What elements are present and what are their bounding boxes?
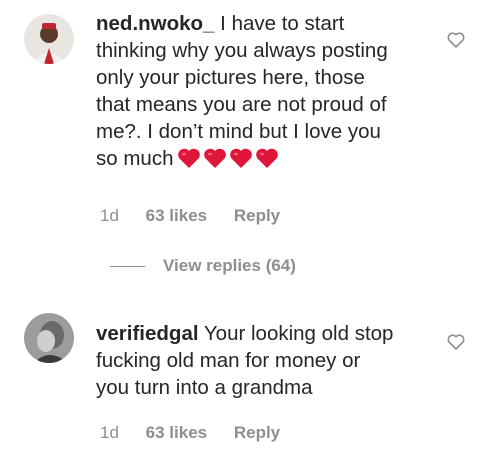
avatar-image	[24, 313, 74, 363]
view-replies-label: View replies (64)	[163, 256, 296, 275]
comment-line: me?. I don’t mind but I love you	[96, 120, 381, 143]
view-replies-button[interactable]: View replies (64)	[110, 256, 296, 276]
heart-outline-icon[interactable]	[446, 332, 466, 352]
avatar[interactable]	[24, 14, 74, 64]
comment-line: that means you are not proud of	[96, 93, 387, 116]
comment-username[interactable]: ned.nwoko_	[96, 12, 214, 35]
comment-line: thinking why you always posting	[96, 39, 388, 62]
comment-line: you turn into a grandma	[96, 376, 313, 399]
comment-likes[interactable]: 63 likes	[146, 423, 207, 442]
comment-line: so much	[96, 147, 174, 170]
comment-line: only your pictures here, those	[96, 66, 365, 89]
reply-button[interactable]: Reply	[234, 206, 280, 225]
view-replies-divider	[110, 265, 145, 267]
comment-item: ned.nwoko_ I have to start thinking why …	[0, 0, 500, 240]
avatar-image	[24, 14, 74, 64]
comment-username[interactable]: verifiedgal	[96, 322, 199, 345]
comment-meta: 1d 63 likes Reply	[100, 206, 302, 226]
comment-text: ned.nwoko_ I have to start thinking why …	[96, 10, 446, 176]
comment-line: I have to start	[220, 12, 345, 35]
comment-time[interactable]: 1d	[100, 423, 119, 442]
comment-likes[interactable]: 63 likes	[146, 206, 207, 225]
red-heart-icon	[230, 148, 253, 168]
avatar[interactable]	[24, 313, 74, 363]
red-heart-icon	[204, 148, 227, 168]
comment-item: verifiedgal Your looking old stop fuckin…	[0, 300, 500, 468]
comment-line: fucking old man for money or	[96, 349, 361, 372]
comment-time[interactable]: 1d	[100, 206, 119, 225]
comment-meta: 1d 63 likes Reply	[100, 423, 302, 443]
heart-outline-icon[interactable]	[446, 30, 466, 50]
reply-button[interactable]: Reply	[234, 423, 280, 442]
red-heart-icon	[178, 148, 201, 168]
red-heart-icon	[256, 148, 279, 168]
comment-line: Your looking old stop	[203, 322, 394, 345]
comment-text: verifiedgal Your looking old stop fuckin…	[96, 320, 436, 401]
heart-emojis	[177, 147, 281, 176]
